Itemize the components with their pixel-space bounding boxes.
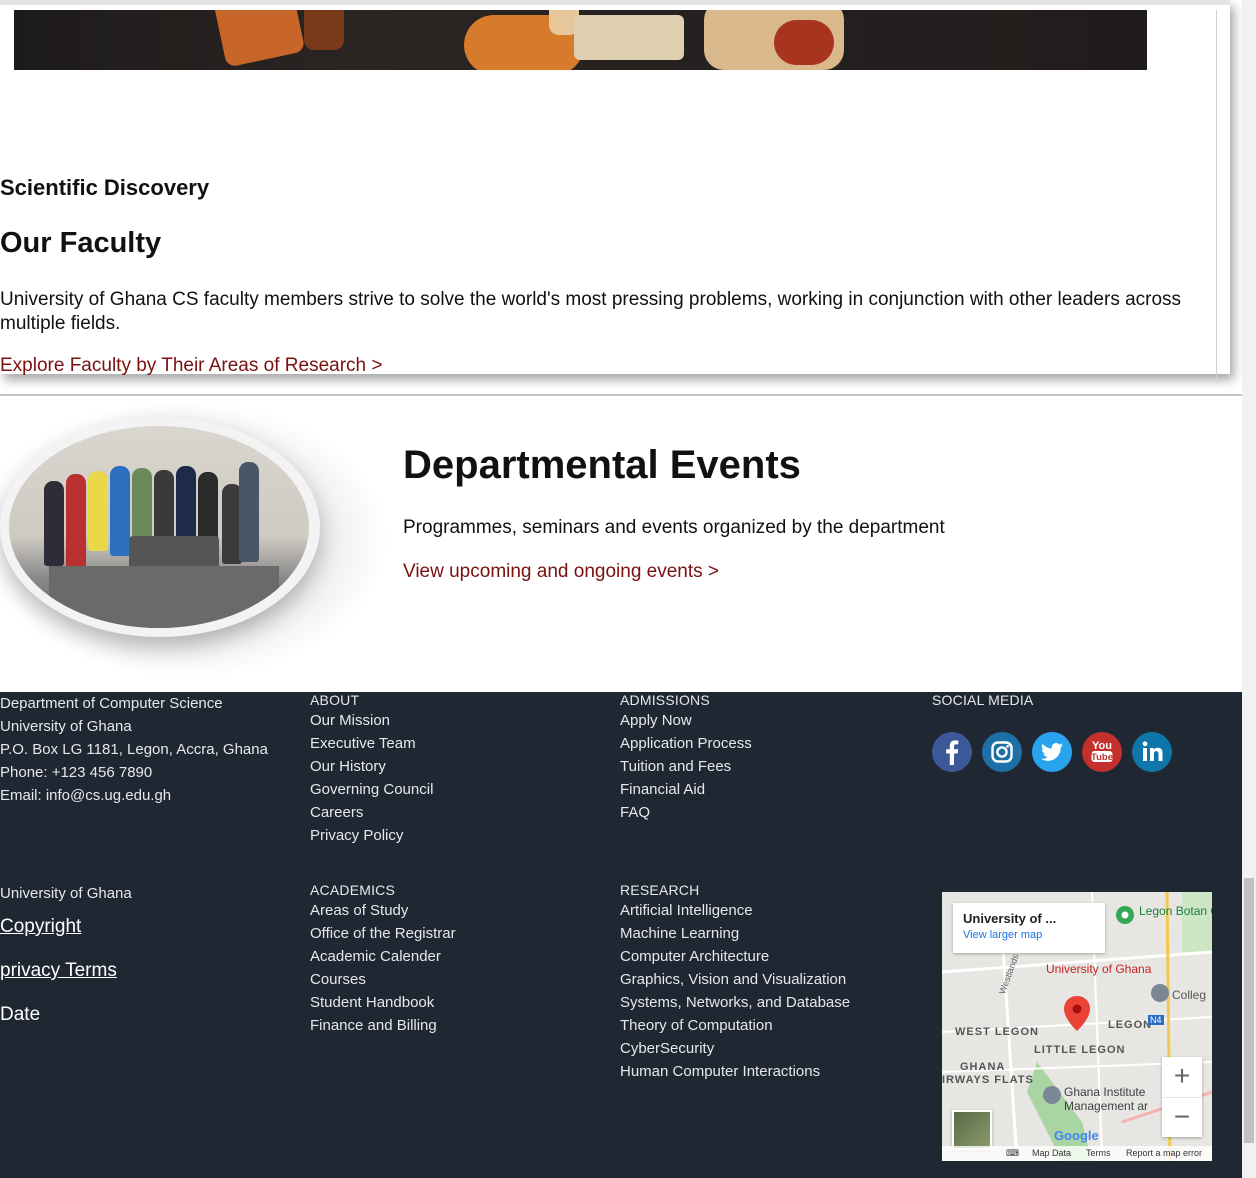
- footer-link-theory[interactable]: Theory of Computation: [620, 1014, 850, 1037]
- robotics-hero-image: [14, 10, 1147, 70]
- faculty-card: Scientific Discovery Our Faculty Univers…: [0, 0, 1230, 379]
- view-larger-map-link[interactable]: View larger map: [963, 929, 1095, 941]
- footer-university: University of Ghana Copyright privacy Te…: [0, 882, 132, 1037]
- admissions-heading: ADMISSIONS: [620, 692, 710, 708]
- keyboard-icon[interactable]: ⌨: [1006, 1148, 1019, 1159]
- students-photo: [9, 426, 309, 628]
- footer-link-systems[interactable]: Systems, Networks, and Database: [620, 991, 850, 1014]
- youtube-icon[interactable]: You Tube: [1082, 732, 1122, 772]
- footer-link-tuition[interactable]: Tuition and Fees: [620, 755, 752, 778]
- google-logo: Google: [1054, 1128, 1099, 1143]
- contact-line: P.O. Box LG 1181, Legon, Accra, Ghana: [0, 741, 268, 758]
- explore-faculty-link[interactable]: Explore Faculty by Their Areas of Resear…: [0, 355, 382, 377]
- section-eyebrow: Scientific Discovery: [0, 175, 210, 200]
- footer-link-finance-billing[interactable]: Finance and Billing: [310, 1014, 456, 1037]
- footer-link-our-history[interactable]: Our History: [310, 755, 433, 778]
- footer-link-faq[interactable]: FAQ: [620, 801, 752, 824]
- map-label-airways: IRWAYS FLATS: [942, 1074, 1034, 1086]
- instagram-icon[interactable]: [982, 732, 1022, 772]
- about-heading: ABOUT: [310, 692, 360, 708]
- footer-about: ABOUT Our Mission Executive Team Our His…: [310, 692, 433, 847]
- map-label-little-legon: LITTLE LEGON: [1034, 1044, 1126, 1056]
- svg-text:You: You: [1092, 740, 1112, 752]
- footer-link-cybersecurity[interactable]: CyberSecurity: [620, 1037, 850, 1060]
- map-label-institute: Ghana Institute Management ar: [1064, 1085, 1149, 1113]
- footer-admissions: ADMISSIONS Apply Now Application Process…: [620, 692, 752, 824]
- contact-line: University of Ghana: [0, 718, 132, 735]
- footer-link-apply-now[interactable]: Apply Now: [620, 709, 752, 732]
- contact-line: Department of Computer Science: [0, 695, 223, 712]
- copyright-link[interactable]: Copyright: [0, 905, 132, 949]
- research-heading: RESEARCH: [620, 882, 700, 898]
- site-footer: Department of Computer Science Universit…: [0, 692, 1242, 1178]
- report-map-error-link[interactable]: Report a map error: [1126, 1148, 1202, 1158]
- footer-link-ml[interactable]: Machine Learning: [620, 922, 850, 945]
- map-data-text[interactable]: Map Data: [1032, 1148, 1071, 1158]
- footer-contact: Department of Computer Science Universit…: [0, 692, 268, 807]
- footer-link-architecture[interactable]: Computer Architecture: [620, 945, 850, 968]
- map-label-ghana: GHANA: [960, 1061, 1006, 1073]
- map-label-n4: N4: [1148, 1015, 1164, 1025]
- card-edge-rule: [1216, 10, 1217, 379]
- zoom-in-button[interactable]: +: [1162, 1057, 1202, 1097]
- page: Scientific Discovery Our Faculty Univers…: [0, 0, 1256, 1178]
- linkedin-icon[interactable]: [1132, 732, 1172, 772]
- footer-link-hci[interactable]: Human Computer Interactions: [620, 1060, 850, 1083]
- scrollbar-thumb[interactable]: [1244, 878, 1254, 1143]
- contact-line: Phone: +123 456 7890: [0, 764, 153, 781]
- footer-link-ai[interactable]: Artificial Intelligence: [620, 899, 850, 922]
- social-heading: SOCIAL MEDIA: [932, 692, 1034, 708]
- footer-link-registrar[interactable]: Office of the Registrar: [310, 922, 456, 945]
- satellite-toggle[interactable]: [952, 1110, 992, 1150]
- footer-link-privacy-policy[interactable]: Privacy Policy: [310, 824, 433, 847]
- map-label-botanical: Legon Botan Gardens Gh: [1139, 904, 1212, 918]
- footer-link-executive-team[interactable]: Executive Team: [310, 732, 433, 755]
- map-attribution-bar: ⌨ Map Data Terms Report a map error: [942, 1146, 1212, 1161]
- events-description: Programmes, seminars and events organize…: [403, 517, 945, 538]
- svg-text:Tube: Tube: [1091, 752, 1113, 763]
- date-text: Date: [0, 1004, 41, 1025]
- footer-link-academic-calendar[interactable]: Academic Calender: [310, 945, 456, 968]
- footer-link-financial-aid[interactable]: Financial Aid: [620, 778, 752, 801]
- twitter-icon[interactable]: [1032, 732, 1072, 772]
- embedded-map[interactable]: University of ... View larger map Legon …: [942, 892, 1212, 1161]
- map-label-college: Colleg: [1172, 988, 1207, 1002]
- footer-academics: ACADEMICS Areas of Study Office of the R…: [310, 882, 456, 1037]
- footer-link-student-handbook[interactable]: Student Handbook: [310, 991, 456, 1014]
- footer-link-courses[interactable]: Courses: [310, 968, 456, 991]
- footer-link-our-mission[interactable]: Our Mission: [310, 709, 433, 732]
- footer-research: RESEARCH Artificial Intelligence Machine…: [620, 882, 850, 1083]
- view-events-link[interactable]: View upcoming and ongoing events >: [403, 561, 719, 583]
- zoom-out-button[interactable]: −: [1162, 1097, 1202, 1137]
- map-label-legon: LEGON: [1108, 1019, 1153, 1031]
- map-place-name: University of ...: [963, 911, 1057, 926]
- footer-link-careers[interactable]: Careers: [310, 801, 433, 824]
- faculty-title: Our Faculty: [0, 227, 162, 259]
- social-icons: You Tube: [932, 732, 1172, 772]
- map-terms-link[interactable]: Terms: [1086, 1148, 1111, 1158]
- footer-link-governing-council[interactable]: Governing Council: [310, 778, 433, 801]
- events-title: Departmental Events: [403, 443, 801, 487]
- contact-line: Email: info@cs.ug.edu.gh: [0, 787, 172, 804]
- footer-link-application-process[interactable]: Application Process: [620, 732, 752, 755]
- faculty-description: University of Ghana CS faculty members s…: [0, 289, 1182, 334]
- footer-social: SOCIAL MEDIA: [932, 692, 1033, 709]
- map-place-card: University of ... View larger map: [953, 903, 1105, 953]
- privacy-terms-link[interactable]: privacy Terms: [0, 949, 132, 993]
- map-label-university: University of Ghana: [1046, 962, 1152, 976]
- section-divider: [0, 394, 1242, 396]
- map-zoom-controls: + −: [1162, 1057, 1202, 1137]
- footer-link-areas-of-study[interactable]: Areas of Study: [310, 899, 456, 922]
- academics-heading: ACADEMICS: [310, 882, 396, 898]
- map-label-west-legon: WEST LEGON: [955, 1026, 1039, 1038]
- facebook-icon[interactable]: [932, 732, 972, 772]
- university-name: University of Ghana: [0, 885, 132, 902]
- footer-link-graphics[interactable]: Graphics, Vision and Visualization: [620, 968, 850, 991]
